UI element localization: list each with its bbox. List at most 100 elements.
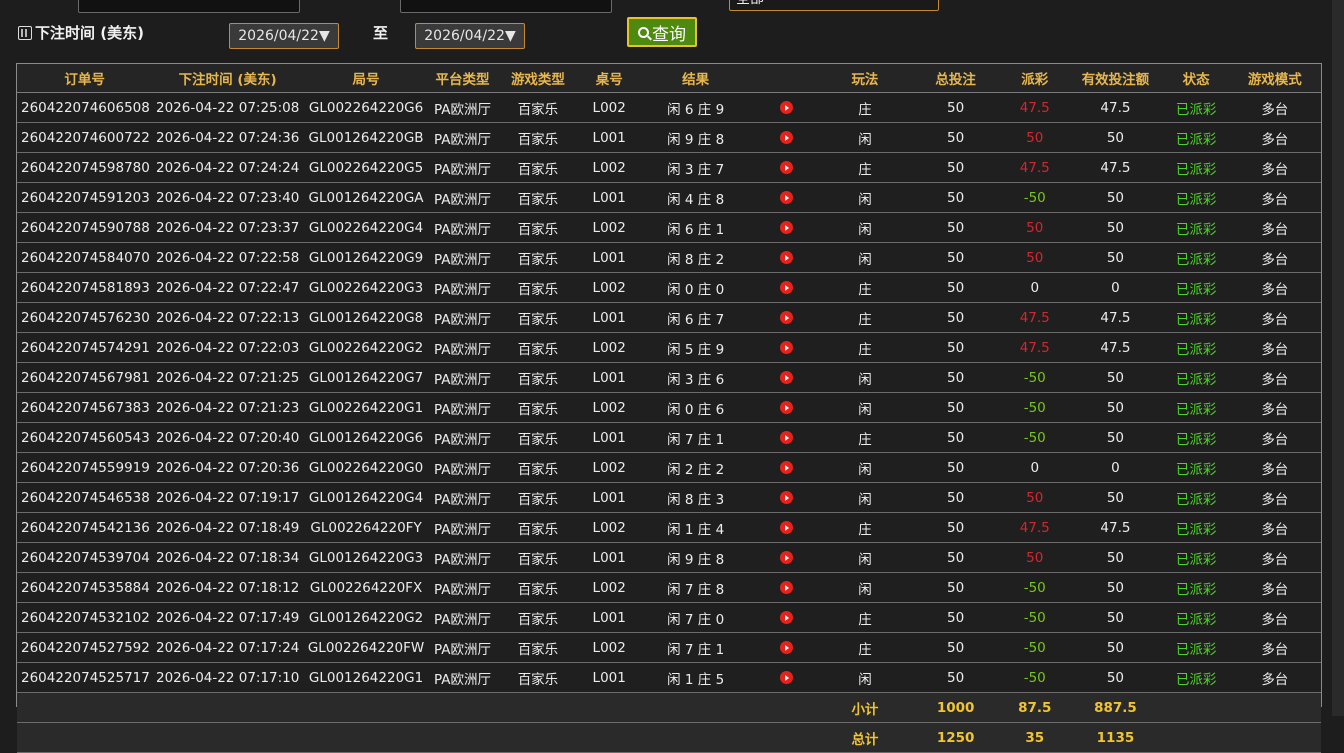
play-video-icon[interactable] xyxy=(780,611,794,624)
bet-time-cell: 2026-04-22 07:18:12 xyxy=(152,572,304,603)
table-row[interactable]: 260422074546538 2026-04-22 07:19:17 GL0012… xyxy=(17,482,1321,513)
order-number-cell: 260422074584070 xyxy=(17,242,153,273)
table-row[interactable]: 260422074606508 2026-04-22 07:25:08 GL0022… xyxy=(17,92,1321,123)
total-bet-cell: 50 xyxy=(908,182,1003,213)
bet-time-cell: 2026-04-22 07:25:08 xyxy=(152,92,304,123)
table-row[interactable]: 260422074574291 2026-04-22 07:22:03 GL0022… xyxy=(17,332,1321,363)
column-header: 游戏类型 xyxy=(496,64,580,93)
play-video-icon[interactable] xyxy=(780,401,794,414)
end-date-picker[interactable]: 2026/04/22 ▼ xyxy=(415,23,525,49)
valid-bet-cell: 50 xyxy=(1067,662,1164,693)
play-video-icon[interactable] xyxy=(780,131,794,144)
play-video-icon[interactable] xyxy=(780,191,794,204)
game-type-cell: 百家乐 xyxy=(496,362,580,393)
play-video-icon[interactable] xyxy=(780,101,794,114)
valid-bet-cell: 50 xyxy=(1067,602,1164,633)
play-video-icon[interactable] xyxy=(780,161,794,174)
empty-cell xyxy=(303,722,429,753)
platform-type-cell: PA欧洲厅 xyxy=(428,452,497,483)
table-row[interactable]: 260422074581893 2026-04-22 07:22:47 GL0022… xyxy=(17,272,1321,303)
total-row-label: 总计 xyxy=(820,722,909,753)
play-video-icon[interactable] xyxy=(780,551,794,564)
table-row[interactable]: 260422074567383 2026-04-22 07:21:23 GL0022… xyxy=(17,392,1321,423)
column-header: 有效投注额 xyxy=(1067,64,1164,93)
table-row[interactable]: 260422074542136 2026-04-22 07:18:49 GL0022… xyxy=(17,512,1321,543)
result-cell: 闲 0 庄 6 xyxy=(638,392,753,423)
order-number-cell: 260422074527592 xyxy=(17,632,153,663)
replay-cell xyxy=(752,92,821,123)
result-cell: 闲 6 庄 7 xyxy=(638,302,753,333)
table-row[interactable]: 260422074600722 2026-04-22 07:24:36 GL0012… xyxy=(17,122,1321,153)
table-row[interactable]: 260422074584070 2026-04-22 07:22:58 GL0012… xyxy=(17,242,1321,273)
payout-cell: 0 xyxy=(1002,272,1068,303)
table-row[interactable]: 260422074539704 2026-04-22 07:18:34 GL0012… xyxy=(17,542,1321,573)
play-video-icon[interactable] xyxy=(780,671,794,684)
round-number-cell: GL002264220G4 xyxy=(303,212,429,243)
play-video-icon[interactable] xyxy=(780,461,794,474)
order-number-cell: 260422074542136 xyxy=(17,512,153,543)
start-date-picker[interactable]: 2026/04/22 ▼ xyxy=(229,23,339,49)
result-cell: 闲 1 庄 4 xyxy=(638,512,753,543)
order-number-cell: 260422074546538 xyxy=(17,482,153,513)
play-video-icon[interactable] xyxy=(780,251,794,264)
bet-type-cell: 闲 xyxy=(820,392,909,423)
play-video-icon[interactable] xyxy=(780,491,794,504)
play-video-icon[interactable] xyxy=(780,521,794,534)
game-mode-cell: 多台 xyxy=(1228,512,1321,543)
total-bet-cell: 50 xyxy=(908,482,1003,513)
table-row[interactable]: 260422074598780 2026-04-22 07:24:24 GL0022… xyxy=(17,152,1321,183)
dropdown-arrow-icon: ▼ xyxy=(318,28,330,44)
column-header: 派彩 xyxy=(1002,64,1068,93)
table-row[interactable]: 260422074590788 2026-04-22 07:23:37 GL0022… xyxy=(17,212,1321,243)
table-row[interactable]: 260422074535884 2026-04-22 07:18:12 GL0022… xyxy=(17,572,1321,603)
play-video-icon[interactable] xyxy=(780,281,794,294)
payout-cell: 47.5 xyxy=(1002,332,1068,363)
round-number-input[interactable] xyxy=(400,0,612,13)
game-type-cell: 百家乐 xyxy=(496,452,580,483)
table-number-cell: L001 xyxy=(579,122,639,153)
table-row[interactable]: 260422074532102 2026-04-22 07:17:49 GL0012… xyxy=(17,602,1321,633)
play-video-icon[interactable] xyxy=(780,641,794,654)
play-video-icon[interactable] xyxy=(780,581,794,594)
table-row[interactable]: 260422074527592 2026-04-22 07:17:24 GL0022… xyxy=(17,632,1321,663)
game-type-cell: 百家乐 xyxy=(496,212,580,243)
replay-cell xyxy=(752,362,821,393)
platform-type-cell: PA欧洲厅 xyxy=(428,362,497,393)
valid-bet-cell: 47.5 xyxy=(1067,332,1164,363)
table-row[interactable]: 260422074567981 2026-04-22 07:21:25 GL0012… xyxy=(17,362,1321,393)
payout-cell: 50 xyxy=(1002,242,1068,273)
platform-type-cell: PA欧洲厅 xyxy=(428,482,497,513)
total-bet-cell: 50 xyxy=(908,242,1003,273)
platform-type-select[interactable]: 全部 xyxy=(729,0,939,11)
result-cell: 闲 1 庄 5 xyxy=(638,662,753,693)
payout-cell: -50 xyxy=(1002,572,1068,603)
table-row[interactable]: 260422074560543 2026-04-22 07:20:40 GL0012… xyxy=(17,422,1321,453)
payout-cell: 50 xyxy=(1002,482,1068,513)
total-bet-cell: 50 xyxy=(908,212,1003,243)
subtotal-row-payout: 87.5 xyxy=(1002,692,1068,723)
table-row[interactable]: 260422074559919 2026-04-22 07:20:36 GL0022… xyxy=(17,452,1321,483)
game-mode-cell: 多台 xyxy=(1228,152,1321,183)
table-number-cell: L002 xyxy=(579,572,639,603)
platform-type-cell: PA欧洲厅 xyxy=(428,332,497,363)
table-row[interactable]: 260422074591203 2026-04-22 07:23:40 GL0012… xyxy=(17,182,1321,213)
table-row[interactable]: 260422074525717 2026-04-22 07:17:10 GL0012… xyxy=(17,662,1321,693)
play-video-icon[interactable] xyxy=(780,371,794,384)
play-video-icon[interactable] xyxy=(780,431,794,444)
play-video-icon[interactable] xyxy=(780,221,794,234)
order-number-input[interactable] xyxy=(78,0,300,13)
play-video-icon[interactable] xyxy=(780,311,794,324)
payout-cell: -50 xyxy=(1002,662,1068,693)
table-number-cell: L001 xyxy=(579,182,639,213)
valid-bet-cell: 47.5 xyxy=(1067,152,1164,183)
play-video-icon[interactable] xyxy=(780,341,794,354)
total-bet-cell: 50 xyxy=(908,452,1003,483)
bet-type-cell: 庄 xyxy=(820,332,909,363)
platform-type-cell: PA欧洲厅 xyxy=(428,392,497,423)
valid-bet-cell: 47.5 xyxy=(1067,512,1164,543)
table-row[interactable]: 260422074576230 2026-04-22 07:22:13 GL0012… xyxy=(17,302,1321,333)
bet-time-label-text: 下注时间 (美东) xyxy=(35,24,144,42)
game-mode-cell: 多台 xyxy=(1228,362,1321,393)
replay-cell xyxy=(752,512,821,543)
query-button[interactable]: 查询 xyxy=(627,17,697,47)
